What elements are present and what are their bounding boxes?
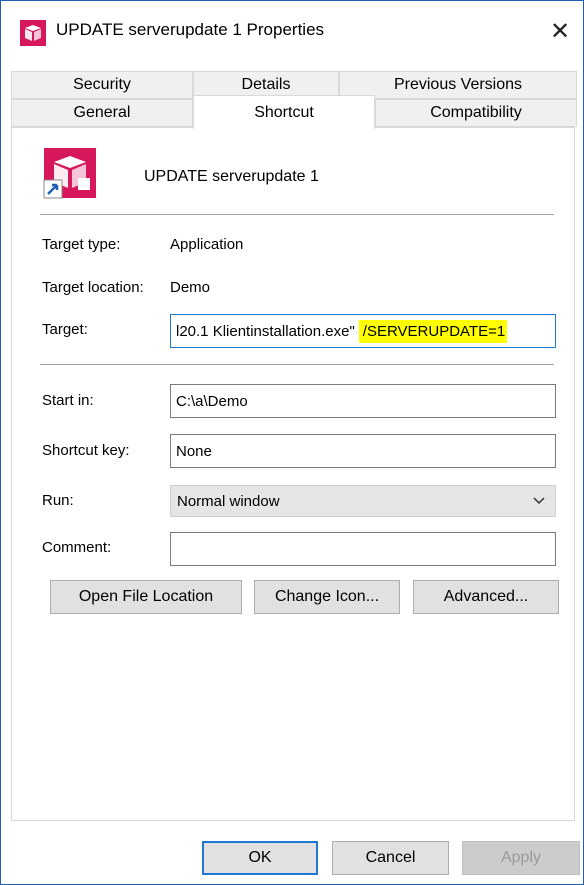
tab-general[interactable]: General (11, 99, 193, 127)
app-package-icon (20, 20, 46, 46)
tab-security[interactable]: Security (11, 71, 193, 99)
comment-input[interactable] (170, 532, 556, 566)
target-location-label: Target location: (42, 279, 144, 296)
separator-middle (40, 364, 554, 365)
comment-label: Comment: (42, 539, 112, 556)
target-type-label: Target type: (42, 236, 121, 253)
shortcut-key-input[interactable]: None (170, 434, 556, 468)
start-in-label: Start in: (42, 392, 94, 409)
target-location-value: Demo (170, 279, 211, 296)
properties-dialog: UPDATE serverupdate 1 Properties ✕ Secur… (0, 0, 584, 885)
separator-top (40, 214, 554, 215)
cancel-button[interactable]: Cancel (332, 841, 449, 875)
target-label: Target: (42, 321, 88, 338)
apply-button[interactable]: Apply (462, 841, 580, 875)
target-value-text: l20.1 Klientinstallation.exe" (176, 322, 355, 340)
ok-button[interactable]: OK (202, 841, 318, 875)
title-bar: UPDATE serverupdate 1 Properties ✕ (1, 1, 583, 57)
change-icon-button[interactable]: Change Icon... (254, 580, 400, 614)
run-select-value: Normal window (177, 492, 280, 510)
tab-shortcut[interactable]: Shortcut (193, 95, 375, 129)
close-icon: ✕ (549, 17, 571, 45)
shortcut-name: UPDATE serverupdate 1 (144, 168, 319, 185)
chevron-down-icon (533, 497, 545, 505)
open-file-location-button[interactable]: Open File Location (50, 580, 242, 614)
run-select[interactable]: Normal window (170, 485, 556, 517)
close-button[interactable]: ✕ (537, 11, 583, 51)
window-title: UPDATE serverupdate 1 Properties (56, 20, 325, 39)
advanced-button[interactable]: Advanced... (413, 580, 559, 614)
shortcut-key-label: Shortcut key: (42, 442, 130, 459)
target-highlight-text: /SERVERUPDATE=1 (358, 319, 508, 343)
start-in-input[interactable]: C:\a\Demo (170, 384, 556, 418)
tab-compatibility[interactable]: Compatibility (375, 99, 577, 127)
tab-strip: Security Details Previous Versions Gener… (11, 63, 577, 133)
target-type-value: Application (170, 236, 244, 253)
target-input[interactable]: l20.1 Klientinstallation.exe" /SERVERUPD… (170, 314, 556, 348)
shortcut-panel: UPDATE serverupdate 1 Target type: Appli… (11, 127, 575, 821)
run-label: Run: (42, 492, 74, 509)
shortcut-app-icon (43, 148, 96, 199)
